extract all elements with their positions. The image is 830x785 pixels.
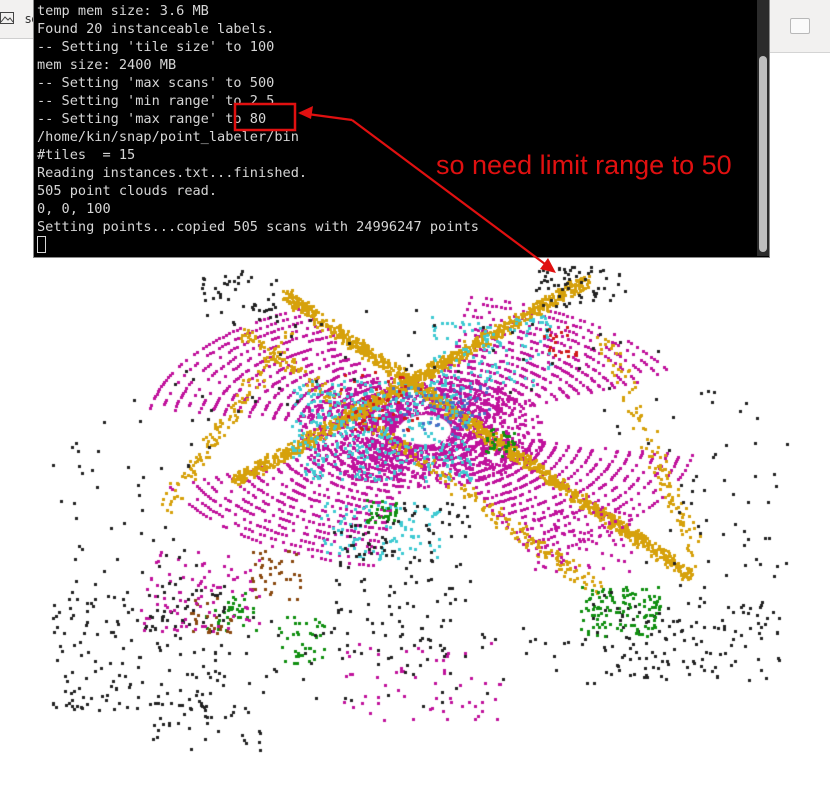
highlight-box (233, 102, 297, 132)
arrowhead-left (298, 106, 313, 119)
annotation-overlay (233, 102, 556, 273)
arrowhead-down (540, 258, 556, 273)
annotation-arrow-to-cloud (351, 119, 554, 271)
annotation-text: so need limit range to 50 (436, 150, 732, 180)
